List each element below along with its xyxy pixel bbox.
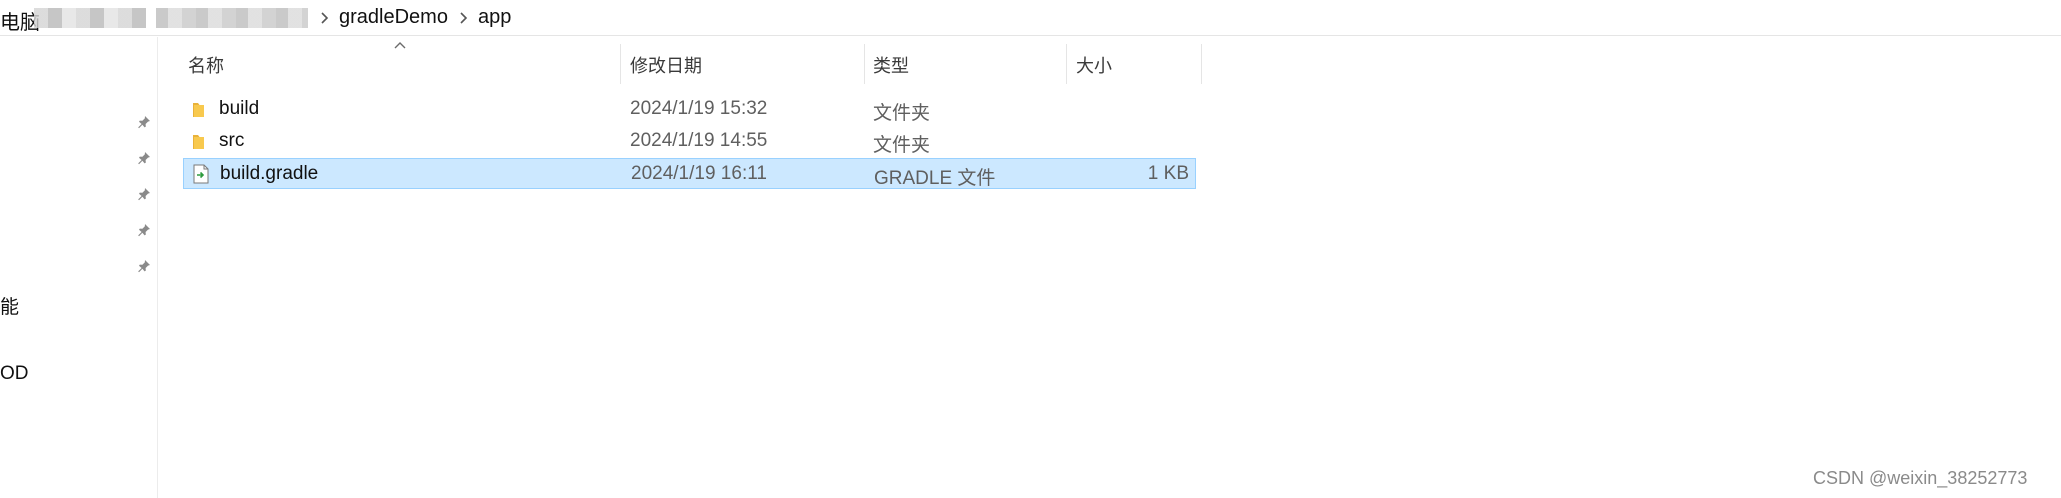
breadcrumb-item-app[interactable]: app bbox=[478, 6, 511, 29]
nav-item-fragment[interactable]: OD bbox=[0, 363, 29, 385]
watermark: CSDN @weixin_38252773 bbox=[1813, 468, 2028, 488]
file-date: 2024/1/19 16:11 bbox=[631, 163, 767, 184]
file-date: 2024/1/19 15:32 bbox=[630, 98, 768, 119]
file-date: 2024/1/19 14:55 bbox=[630, 130, 768, 151]
pin-icon[interactable] bbox=[136, 150, 152, 166]
file-name: src bbox=[219, 130, 245, 151]
nav-item-fragment[interactable]: 能 bbox=[0, 292, 19, 319]
column-header-size[interactable]: 大小 bbox=[1076, 52, 1112, 78]
folder-icon bbox=[193, 135, 204, 149]
file-name: build bbox=[219, 98, 260, 119]
file-row-selected[interactable]: build.gradle 2024/1/19 16:11 GRADLE 文件 1… bbox=[183, 158, 1196, 189]
pin-icon[interactable] bbox=[136, 186, 152, 202]
address-bar[interactable]: 电脑 gradleDemo app bbox=[0, 0, 2061, 36]
file-row[interactable]: src 2024/1/19 14:55 文件夹 bbox=[183, 126, 1196, 157]
breadcrumb-item-gradledemo[interactable]: gradleDemo bbox=[339, 6, 448, 29]
sort-ascending-icon bbox=[394, 42, 406, 49]
chevron-right-icon[interactable] bbox=[316, 10, 332, 26]
file-name: build.gradle bbox=[220, 163, 319, 184]
column-divider[interactable] bbox=[1201, 44, 1202, 84]
redacted-path-segment bbox=[34, 8, 146, 28]
file-row[interactable]: build 2024/1/19 15:32 文件夹 bbox=[183, 94, 1196, 125]
gradle-file-icon bbox=[193, 164, 209, 184]
chevron-right-icon[interactable] bbox=[455, 10, 471, 26]
column-header-date[interactable]: 修改日期 bbox=[630, 52, 702, 78]
column-divider[interactable] bbox=[864, 44, 865, 84]
file-type: 文件夹 bbox=[873, 103, 931, 124]
column-divider[interactable] bbox=[620, 44, 621, 84]
pin-icon[interactable] bbox=[136, 114, 152, 130]
redacted-path-segment bbox=[156, 8, 308, 28]
navigation-pane: 能 OD bbox=[0, 37, 158, 498]
pin-icon[interactable] bbox=[136, 222, 152, 238]
file-type: GRADLE 文件 bbox=[874, 168, 996, 189]
folder-icon bbox=[193, 103, 204, 117]
column-header-type[interactable]: 类型 bbox=[873, 52, 909, 78]
file-type: 文件夹 bbox=[873, 135, 931, 156]
file-size: 1 KB bbox=[1147, 163, 1189, 184]
column-header-name[interactable]: 名称 bbox=[188, 52, 224, 78]
pin-icon[interactable] bbox=[136, 258, 152, 274]
column-divider[interactable] bbox=[1066, 44, 1067, 84]
